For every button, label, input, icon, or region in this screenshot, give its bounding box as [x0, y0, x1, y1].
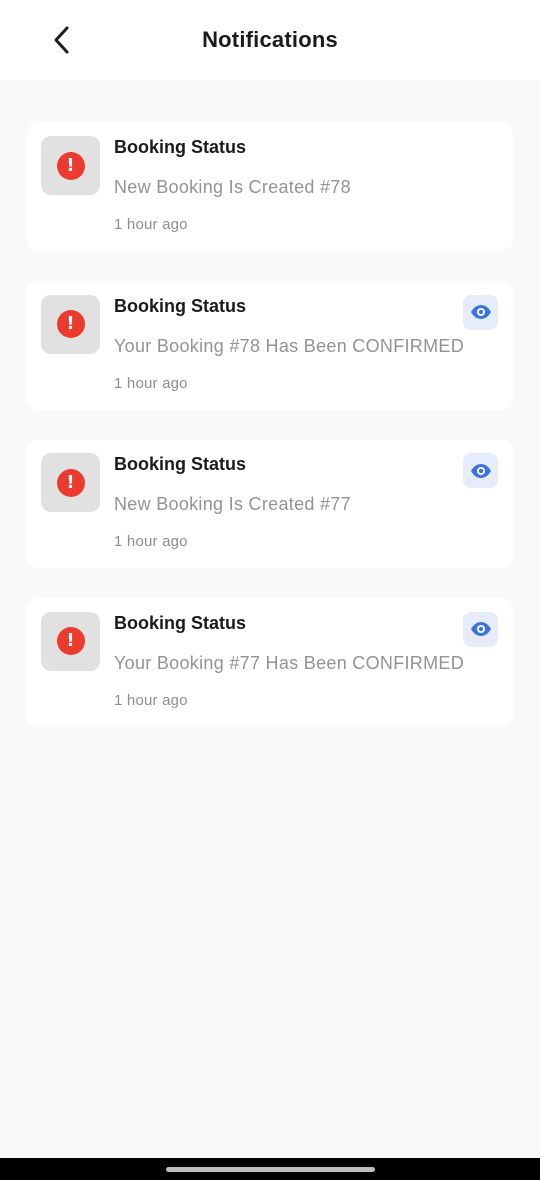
system-navigation-bar — [0, 1158, 540, 1180]
alert-circle-icon: ! — [56, 151, 85, 180]
notification-title: Booking Status — [114, 137, 247, 157]
notification-message: Your Booking #77 Has Been CONFIRMED — [114, 652, 464, 673]
notification-message: New Booking Is Created #77 — [114, 494, 351, 514]
notification-icon-box: ! — [41, 136, 100, 195]
page-title: Notifications — [202, 27, 338, 52]
view-button[interactable] — [463, 611, 498, 647]
notification-card[interactable]: ! Booking Status Your Booking #77 Has Be… — [27, 597, 513, 727]
notification-list: ! Booking Status New Booking Is Created … — [27, 122, 513, 756]
alert-circle-icon: ! — [56, 310, 85, 338]
notification-message: Your Booking #78 Has Been CONFIRMED — [114, 335, 464, 356]
notification-time: 1 hour ago — [114, 374, 188, 392]
alert-circle-icon: ! — [56, 468, 85, 497]
notification-title: Booking Status — [114, 295, 247, 316]
notification-icon-box: ! — [41, 453, 100, 512]
home-indicator[interactable] — [166, 1167, 375, 1172]
notification-title: Booking Status — [114, 612, 247, 633]
notification-icon-box: ! — [41, 611, 100, 671]
notification-message: New Booking Is Created #78 — [114, 177, 351, 197]
notification-title: Booking Status — [114, 454, 247, 474]
notification-time: 1 hour ago — [114, 533, 188, 550]
app-bar: Notifications — [0, 0, 540, 80]
notification-card[interactable]: ! Booking Status Your Booking #78 Has Be… — [27, 280, 513, 410]
eye-icon — [470, 305, 491, 319]
alert-circle-icon: ! — [56, 627, 85, 655]
notification-card[interactable]: ! Booking Status New Booking Is Created … — [27, 439, 513, 568]
eye-icon — [470, 622, 491, 636]
notifications-screen: Notifications ! Booking Status New Booki… — [0, 0, 540, 1180]
notification-time: 1 hour ago — [114, 216, 188, 233]
view-button[interactable] — [463, 453, 498, 488]
notification-time: 1 hour ago — [114, 691, 188, 709]
notification-card[interactable]: ! Booking Status New Booking Is Created … — [27, 122, 513, 251]
view-button[interactable] — [463, 294, 498, 330]
notification-icon-box: ! — [41, 294, 100, 354]
eye-icon — [470, 463, 491, 478]
